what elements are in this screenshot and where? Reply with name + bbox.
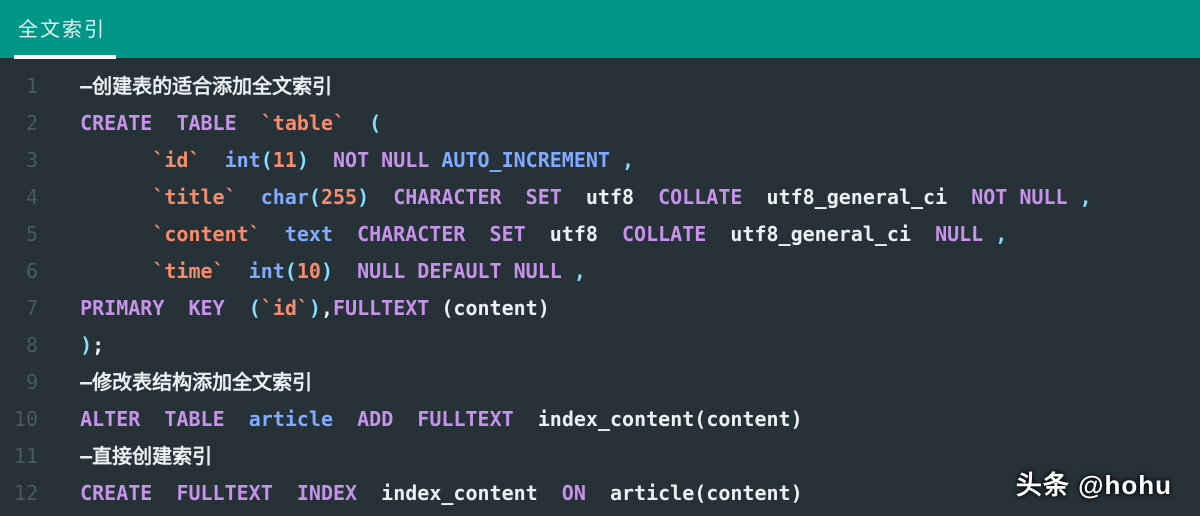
code-line[interactable]: `title` char(255) CHARACTER SET utf8 COL… <box>56 179 1200 216</box>
line-number: 7 <box>0 290 38 327</box>
code-editor[interactable]: 123456789101112 –创建表的适合添加全文索引 CREATE TAB… <box>0 58 1200 512</box>
line-number: 11 <box>0 438 38 475</box>
editor-header: 全文索引 <box>0 0 1200 58</box>
line-number: 9 <box>0 364 38 401</box>
line-number: 5 <box>0 216 38 253</box>
line-number: 3 <box>0 142 38 179</box>
line-number: 8 <box>0 327 38 364</box>
line-number: 12 <box>0 475 38 512</box>
code-line[interactable]: ALTER TABLE article ADD FULLTEXT index_c… <box>56 401 1200 438</box>
code-line[interactable]: `time` int(10) NULL DEFAULT NULL , <box>56 253 1200 290</box>
line-number: 4 <box>0 179 38 216</box>
line-number: 10 <box>0 401 38 438</box>
line-number: 1 <box>0 68 38 105</box>
line-number-gutter: 123456789101112 <box>0 68 56 512</box>
line-number: 2 <box>0 105 38 142</box>
code-line[interactable]: `content` text CHARACTER SET utf8 COLLAT… <box>56 216 1200 253</box>
code-line[interactable]: ); <box>56 327 1200 364</box>
code-line[interactable]: PRIMARY KEY (`id`),FULLTEXT (content) <box>56 290 1200 327</box>
watermark: 头条 @hohu <box>1016 465 1172 502</box>
code-line[interactable]: `id` int(11) NOT NULL AUTO_INCREMENT , <box>56 142 1200 179</box>
code-line[interactable]: –创建表的适合添加全文索引 <box>56 68 1200 105</box>
code-area[interactable]: –创建表的适合添加全文索引 CREATE TABLE `table` ( `id… <box>56 68 1200 512</box>
line-number: 6 <box>0 253 38 290</box>
tab-fulltext-index[interactable]: 全文索引 <box>14 0 116 59</box>
code-line[interactable]: –修改表结构添加全文索引 <box>56 364 1200 401</box>
code-line[interactable]: CREATE TABLE `table` ( <box>56 105 1200 142</box>
